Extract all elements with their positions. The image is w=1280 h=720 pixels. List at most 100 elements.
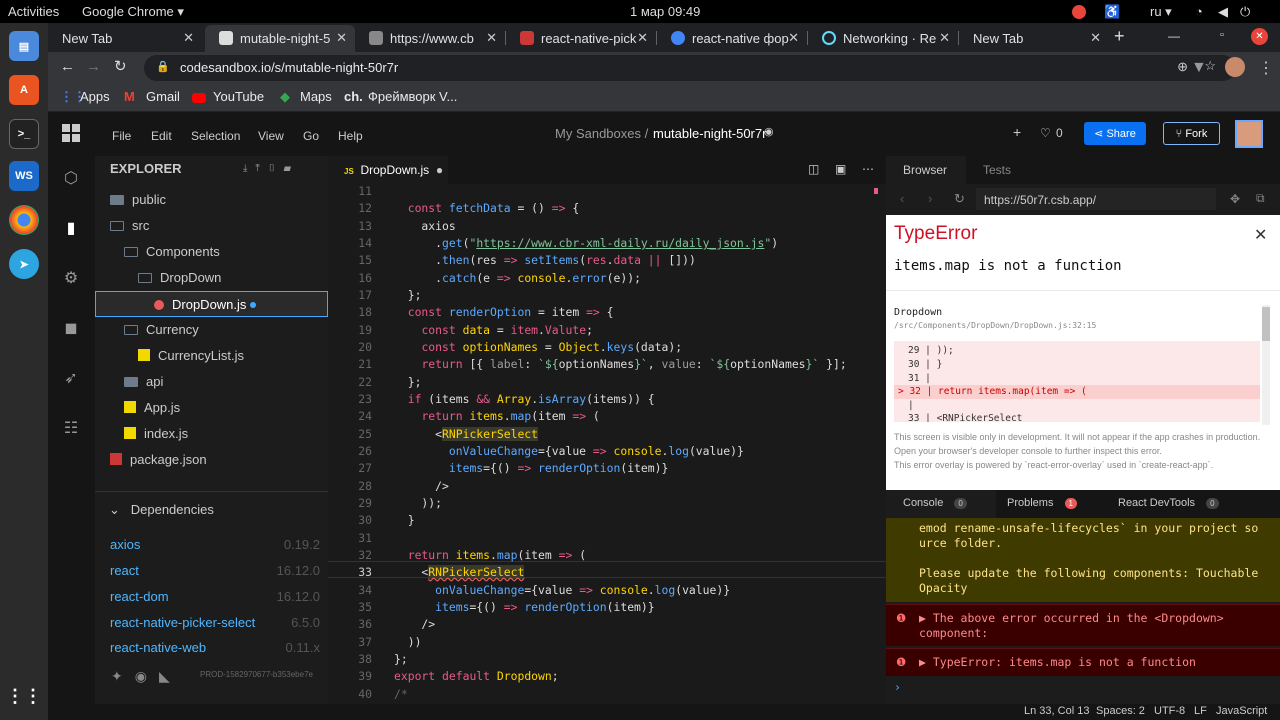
settings-icon[interactable]: ⚙ (60, 268, 82, 290)
bookmark-maps[interactable]: Maps (300, 89, 332, 104)
menu-view[interactable]: View (258, 129, 284, 143)
menu-edit[interactable]: Edit (151, 129, 172, 143)
dependency-item[interactable]: react 16.12.0 (110, 563, 320, 589)
live-icon[interactable]: ☷ (60, 418, 82, 440)
bookmark-apps[interactable]: Apps (80, 89, 110, 104)
browser-tab[interactable]: New Tab ✕ (959, 25, 1109, 52)
dependencies-header[interactable]: ⌄ Dependencies (109, 502, 214, 518)
wifi-icon[interactable]: ◔ (1195, 4, 1203, 19)
close-icon[interactable]: ✕ (788, 30, 799, 46)
preview-reload-icon[interactable]: ↻ (954, 191, 965, 207)
preview-url-input[interactable]: https://50r7r.csb.app/ (976, 188, 1216, 210)
browser-tab[interactable]: react-native-pick ✕ (506, 25, 656, 52)
new-tab-button[interactable]: + (1114, 26, 1125, 47)
console-output[interactable]: emod rename-unsafe-lifecycles` in your p… (886, 518, 1280, 704)
bookmark-gmail[interactable]: Gmail (146, 89, 180, 104)
back-icon[interactable]: ← (60, 58, 75, 75)
tree-item[interactable]: api (95, 369, 328, 395)
browser-tab-active[interactable]: mutable-night-5 ✕ (205, 25, 355, 52)
clock[interactable]: 1 мар 09:49 (630, 4, 700, 19)
volume-icon[interactable]: ◀ (1218, 4, 1228, 20)
tab-problems[interactable]: Problems 1 (1007, 497, 1077, 509)
fork-button[interactable]: ⑂ Fork (1163, 122, 1220, 145)
add-icon[interactable]: ⊕ (1177, 59, 1188, 75)
tree-item[interactable]: Currency (95, 317, 328, 343)
chrome-indicator-icon[interactable] (1072, 5, 1086, 19)
preview-back-icon[interactable]: ‹ (900, 191, 904, 206)
extension-icon[interactable]: ▼ (1191, 59, 1207, 77)
devtools-icon[interactable]: ✥ (1230, 192, 1240, 206)
file-icon[interactable]: ▮ (60, 218, 82, 240)
reload-icon[interactable]: ↻ (114, 57, 127, 75)
close-icon[interactable]: ✕ (1254, 225, 1267, 245)
close-icon[interactable]: ✕ (939, 30, 950, 46)
tree-item[interactable]: CurrencyList.js (95, 343, 328, 369)
language-indicator[interactable]: ru ▾ (1150, 4, 1172, 20)
user-avatar[interactable] (1235, 120, 1263, 148)
preview-forward-icon[interactable]: › (928, 191, 932, 206)
menu-file[interactable]: File (112, 129, 131, 143)
menu-help[interactable]: Help (338, 129, 363, 143)
browser-tab[interactable]: Networking · Re ✕ (808, 25, 958, 52)
files-icon[interactable]: ▤ (9, 31, 39, 61)
tab-tests[interactable]: Tests (983, 163, 1011, 177)
close-icon[interactable]: ✕ (183, 30, 194, 46)
more-icon[interactable]: ⋯ (862, 162, 874, 176)
add-icon[interactable]: + (1013, 124, 1021, 140)
bookmark-framework[interactable]: Фреймворк V... (368, 89, 457, 104)
share-button[interactable]: ⋖ Share (1084, 122, 1146, 145)
dependency-item[interactable]: react-native-picker-select 6.5.0 (110, 615, 320, 641)
trace-path[interactable]: /src/Components/DropDown/DropDown.js:32:… (894, 321, 1096, 330)
profile-avatar[interactable] (1225, 57, 1245, 77)
editor-tab-dropdown[interactable]: JS DropDown.js ● (328, 156, 448, 184)
cursor-position[interactable]: Ln 33, Col 13 (1024, 705, 1089, 717)
tree-item[interactable]: index.js (95, 421, 328, 447)
browser-tab[interactable]: https://www.cb ✕ (355, 25, 505, 52)
close-window-button[interactable]: ✕ (1251, 28, 1268, 45)
close-icon[interactable]: ✕ (336, 30, 347, 46)
dependency-item[interactable]: react-native-web 0.11.x (110, 640, 320, 652)
dependency-item[interactable]: react-dom 16.12.0 (110, 589, 320, 615)
console-prompt[interactable]: › (894, 680, 901, 694)
bookmark-youtube[interactable]: YouTube (213, 89, 264, 104)
deploy-icon[interactable]: ➶ (60, 368, 82, 390)
chrome-menu-icon[interactable]: ⋮ (1258, 58, 1274, 78)
terminal-icon[interactable]: >_ (9, 119, 39, 149)
tree-item[interactable]: DropDown (95, 265, 328, 291)
line-endings[interactable]: LF (1194, 705, 1207, 717)
forward-icon[interactable]: → (86, 58, 101, 75)
tree-item[interactable]: public (95, 187, 328, 213)
close-icon[interactable]: ✕ (1090, 30, 1101, 46)
encoding[interactable]: UTF-8 (1154, 705, 1185, 717)
close-icon[interactable]: ✕ (637, 30, 648, 46)
breadcrumb[interactable]: My Sandboxes / (555, 126, 648, 141)
browser-tab[interactable]: react-native фор ✕ (657, 25, 807, 52)
tree-item[interactable]: App.js (95, 395, 328, 421)
address-bar[interactable]: 🔒 codesandbox.io/s/mutable-night-50r7r ⊕… (144, 55, 1236, 81)
minimize-button[interactable]: — (1168, 29, 1180, 43)
social-icons[interactable]: ✦◉◣ (111, 668, 182, 685)
tab-console[interactable]: Console 0 (886, 490, 996, 518)
language-mode[interactable]: JavaScript (1216, 705, 1267, 717)
tree-item-active[interactable]: DropDown.js (95, 291, 328, 317)
code-area[interactable]: 11 12 13 14 15 16 17 18 19 20 21 22 23 2… (328, 184, 886, 704)
heart-icon[interactable]: ♡ (1040, 126, 1051, 140)
chrome-icon[interactable] (9, 205, 39, 235)
tree-item[interactable]: src (95, 213, 328, 239)
accessibility-icon[interactable]: ♿ (1104, 4, 1120, 20)
sandbox-name[interactable]: mutable-night-50r7r (653, 126, 766, 141)
tab-react-devtools[interactable]: React DevTools 0 (1118, 497, 1219, 509)
close-icon[interactable]: ✕ (486, 30, 497, 46)
browser-tab[interactable]: New Tab ✕ (48, 25, 202, 52)
telegram-icon[interactable]: ➤ (9, 249, 39, 279)
github-icon[interactable]: ◼ (60, 318, 82, 340)
explorer-actions[interactable]: ⤓⤒▯▰ (243, 163, 299, 174)
maximize-button[interactable]: ▫ (1220, 29, 1224, 41)
show-apps-icon[interactable]: ⋮⋮ (6, 681, 42, 711)
indentation[interactable]: Spaces: 2 (1096, 705, 1145, 717)
cube-icon[interactable]: ⬡ (60, 168, 82, 190)
menu-go[interactable]: Go (303, 129, 319, 143)
app-menu[interactable]: Google Chrome ▾ (82, 4, 184, 20)
preview-icon[interactable]: ▣ (835, 162, 846, 176)
power-icon[interactable]: ⏻ (1240, 4, 1250, 20)
